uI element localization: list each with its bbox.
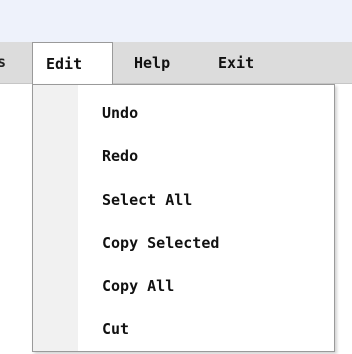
menu-item-select-all[interactable]: Select All [33, 183, 334, 217]
menu-item-redo[interactable]: Redo [33, 139, 334, 173]
menu-item-copy-selected[interactable]: Copy Selected [33, 226, 334, 260]
edit-dropdown-menu: Undo Redo Select All Copy Selected Copy … [32, 84, 335, 352]
menu-exit[interactable]: Exit [218, 42, 254, 84]
menu-item-undo[interactable]: Undo [33, 96, 334, 130]
window-top-area [0, 0, 352, 42]
menu-help[interactable]: Help [134, 42, 170, 84]
menu-item-partial[interactable]: s [0, 53, 6, 71]
menu-item-cut[interactable]: Cut [33, 312, 334, 346]
menu-edit[interactable]: Edit [32, 42, 113, 85]
menu-bar: s Edit Help Exit [0, 42, 352, 85]
menu-item-copy-all[interactable]: Copy All [33, 269, 334, 303]
